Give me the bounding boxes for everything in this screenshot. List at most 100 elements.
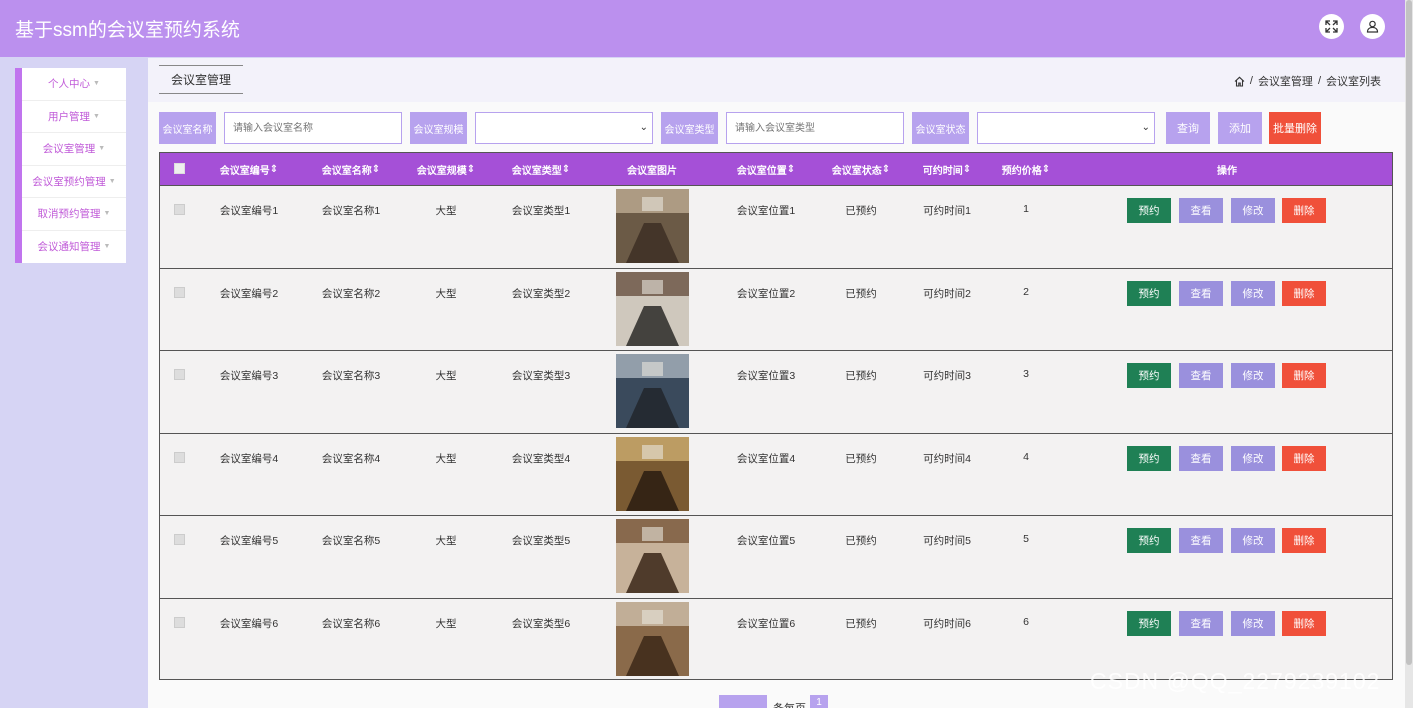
room-name-input[interactable] [224,112,402,144]
sidebar-item-user-management[interactable]: 用户管理 ▼ [22,101,126,133]
page-number-current[interactable]: 1 [810,695,828,708]
row-checkbox[interactable] [174,617,185,628]
reserve-button[interactable]: 预约 [1127,528,1171,554]
caret-down-icon: ▼ [98,145,106,153]
room-image [616,354,689,429]
delete-button[interactable]: 删除 [1282,528,1326,554]
delete-button[interactable]: 删除 [1282,445,1326,471]
view-button[interactable]: 查看 [1179,611,1223,636]
reserve-button[interactable]: 预约 [1127,280,1171,306]
watermark: CSDN @QQ_2279239102 [1090,668,1381,694]
user-icon [1366,20,1379,33]
room-status: 已预约 [845,370,877,383]
room-price: 5 [1023,533,1029,546]
reserve-button[interactable]: 预约 [1127,445,1171,471]
edit-button[interactable]: 修改 [1231,445,1275,471]
home-icon[interactable] [1234,76,1245,87]
sidebar-item-label: 会议通知管理 [37,241,101,254]
row-checkbox[interactable] [174,204,185,215]
sidebar-item-room-management[interactable]: 会议室管理 ▼ [22,133,126,166]
delete-button[interactable]: 删除 [1282,280,1326,306]
page-size-select[interactable] [719,695,767,708]
column-header-name[interactable]: 会议室名称 ⇕ [310,153,392,185]
sidebar-item-label: 会议室管理 [42,143,96,156]
sort-icon[interactable]: ⇕ [270,164,278,175]
query-button[interactable]: 查询 [1166,112,1210,144]
sidebar-item-reservation-management[interactable]: 会议室预约管理 ▼ [22,166,126,198]
column-header-scale[interactable]: 会议室规模 ⇕ [406,153,486,185]
room-table: 会议室编号 ⇕ 会议室名称 ⇕ 会议室规模 ⇕ 会议室类型 ⇕ 会议室图片 会议室位置 ⇕… [159,152,1393,680]
edit-button[interactable]: 修改 [1231,611,1275,636]
sort-icon[interactable]: ⇕ [882,164,890,175]
sort-icon[interactable]: ⇕ [787,164,795,175]
reserve-button[interactable]: 预约 [1127,198,1171,223]
scrollbar-thumb[interactable] [1406,0,1412,665]
main-content: 会议室管理 / 会议室管理 / 会议室列表 会议室名称 会议室规模 ⌄ 会议室类… [148,58,1405,708]
select-all-checkbox[interactable] [174,163,185,174]
column-header-label: 会议室类型 [511,165,562,177]
batch-delete-button[interactable]: 批量删除 [1269,112,1321,144]
delete-button[interactable]: 删除 [1282,198,1326,223]
reserve-button[interactable]: 预约 [1127,363,1171,389]
view-button[interactable]: 查看 [1179,528,1223,554]
column-header-time[interactable]: 可约时间 ⇕ [917,153,977,185]
room-available-time: 可约时间3 [923,370,971,383]
room-scale: 大型 [435,287,457,300]
room-name: 会议室名称4 [321,452,381,465]
chevron-down-icon: ⌄ [1141,122,1150,133]
edit-button[interactable]: 修改 [1231,528,1275,554]
row-checkbox[interactable] [174,286,185,298]
column-header-status[interactable]: 会议室状态 ⇕ [820,153,902,185]
row-checkbox[interactable] [174,451,185,463]
delete-button[interactable]: 删除 [1282,611,1326,636]
column-header-location[interactable]: 会议室位置 ⇕ [725,153,807,185]
sidebar-item-cancel-reservation[interactable]: 取消预约管理 ▼ [22,198,126,231]
edit-button[interactable]: 修改 [1231,363,1275,389]
sort-icon[interactable]: ⇕ [963,164,971,175]
room-image [616,436,689,511]
add-button[interactable]: 添加 [1218,112,1262,144]
column-header-label: 预约价格 [1001,165,1042,177]
sort-icon[interactable]: ⇕ [372,164,380,175]
room-status-select[interactable]: ⌄ [977,112,1155,144]
delete-button[interactable]: 删除 [1282,363,1326,389]
row-checkbox[interactable] [174,369,185,381]
view-button[interactable]: 查看 [1179,363,1223,389]
room-code: 会议室编号5 [219,535,279,548]
fullscreen-button[interactable] [1319,14,1344,39]
sort-icon[interactable]: ⇕ [1042,164,1050,175]
column-header-image: 会议室图片 [627,165,677,177]
breadcrumb-item[interactable]: 会议室管理 [1258,73,1313,89]
caret-down-icon: ▼ [93,112,100,120]
room-type: 会议室类型2 [511,287,571,300]
reserve-button[interactable]: 预约 [1127,611,1171,636]
room-type-input[interactable] [726,112,904,144]
page-scrollbar[interactable] [1405,0,1413,708]
breadcrumb-separator: / [1317,75,1321,87]
column-header-type[interactable]: 会议室类型 ⇕ [500,153,582,185]
column-header-code[interactable]: 会议室编号 ⇕ [208,153,290,185]
user-avatar-button[interactable] [1360,14,1385,39]
breadcrumb: / 会议室管理 / 会议室列表 [1234,73,1381,89]
column-header-label: 可约时间 [922,165,963,177]
room-location: 会议室位置1 [736,205,796,217]
sidebar-item-personal-center[interactable]: 个人中心 ▼ [22,68,126,101]
sidebar-item-meeting-notice[interactable]: 会议通知管理 ▼ [22,231,126,264]
row-checkbox[interactable] [174,534,185,546]
room-name: 会议室名称6 [321,618,381,630]
edit-button[interactable]: 修改 [1231,198,1275,223]
room-image [616,519,689,594]
view-button[interactable]: 查看 [1179,445,1223,471]
column-header-price[interactable]: 预约价格 ⇕ [996,153,1056,185]
page-title: 会议室管理 [159,65,243,94]
per-page-label: 条每页 [773,700,806,708]
room-scale-select[interactable]: ⌄ [475,112,653,144]
view-button[interactable]: 查看 [1179,280,1223,306]
room-price: 6 [1023,616,1029,628]
edit-button[interactable]: 修改 [1231,280,1275,306]
sort-icon[interactable]: ⇕ [562,164,570,175]
sort-icon[interactable]: ⇕ [467,164,475,175]
room-image [616,602,689,676]
room-status: 已预约 [845,287,877,300]
view-button[interactable]: 查看 [1179,198,1223,223]
